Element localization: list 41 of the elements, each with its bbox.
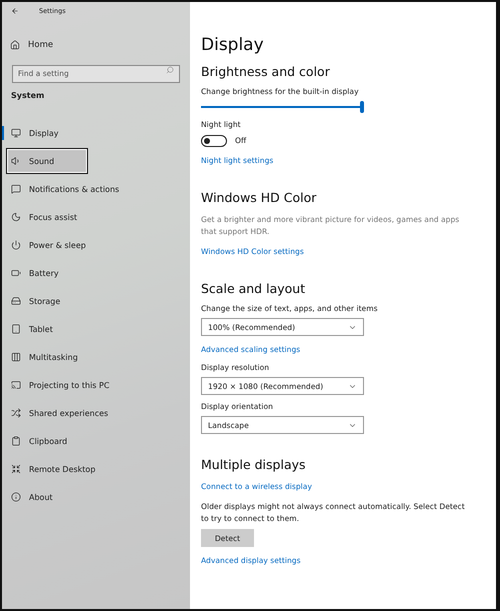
nav-item[interactable]: About [7,485,58,509]
home-link[interactable]: Home [2,38,190,52]
section-heading: Windows HD Color [201,190,318,206]
clipboard-icon [11,436,21,446]
nav-item[interactable]: Power & sleep [7,233,91,257]
back-arrow-icon[interactable] [11,7,19,15]
monitor-icon [11,128,21,138]
nav-item[interactable]: Display [7,121,64,145]
cast-icon [11,380,21,390]
shrink-arrows-icon [11,464,21,474]
toggle-switch[interactable] [201,135,227,147]
nav-item[interactable]: Focus assist [7,205,82,229]
drive-icon [11,296,21,306]
nav-item[interactable]: Shared experiences [7,401,114,425]
info-icon [11,492,21,502]
nav-item[interactable]: Sound [7,149,87,173]
battery-icon [11,268,21,278]
home-icon [10,40,20,50]
columns-icon [11,352,21,362]
nav-item[interactable]: Storage [7,289,66,313]
nav-item[interactable]: Projecting to this PC [7,373,114,397]
shuffle-icon [11,408,21,418]
nav-item[interactable]: Clipboard [7,429,72,453]
speaker-icon [11,156,21,166]
nav-item[interactable]: Multitasking [7,345,83,369]
search-icon [166,66,174,74]
section-heading: Scale and layout [201,281,306,297]
moon-icon [11,212,21,222]
slider-thumb[interactable] [360,101,364,113]
tablet-icon [11,324,21,334]
power-icon [11,240,21,250]
nav-item[interactable]: Battery [7,261,64,285]
message-icon [11,184,21,194]
nav-item[interactable]: Remote Desktop [7,457,100,481]
section-heading: Brightness and color [201,64,331,80]
page-title: Display [201,34,265,56]
brightness-slider[interactable] [201,101,364,113]
section-label: System [11,91,46,100]
nav-item[interactable]: Notifications & actions [7,177,124,201]
nav-item[interactable]: Tablet [7,317,58,341]
section-heading: Multiple displays [201,457,307,473]
